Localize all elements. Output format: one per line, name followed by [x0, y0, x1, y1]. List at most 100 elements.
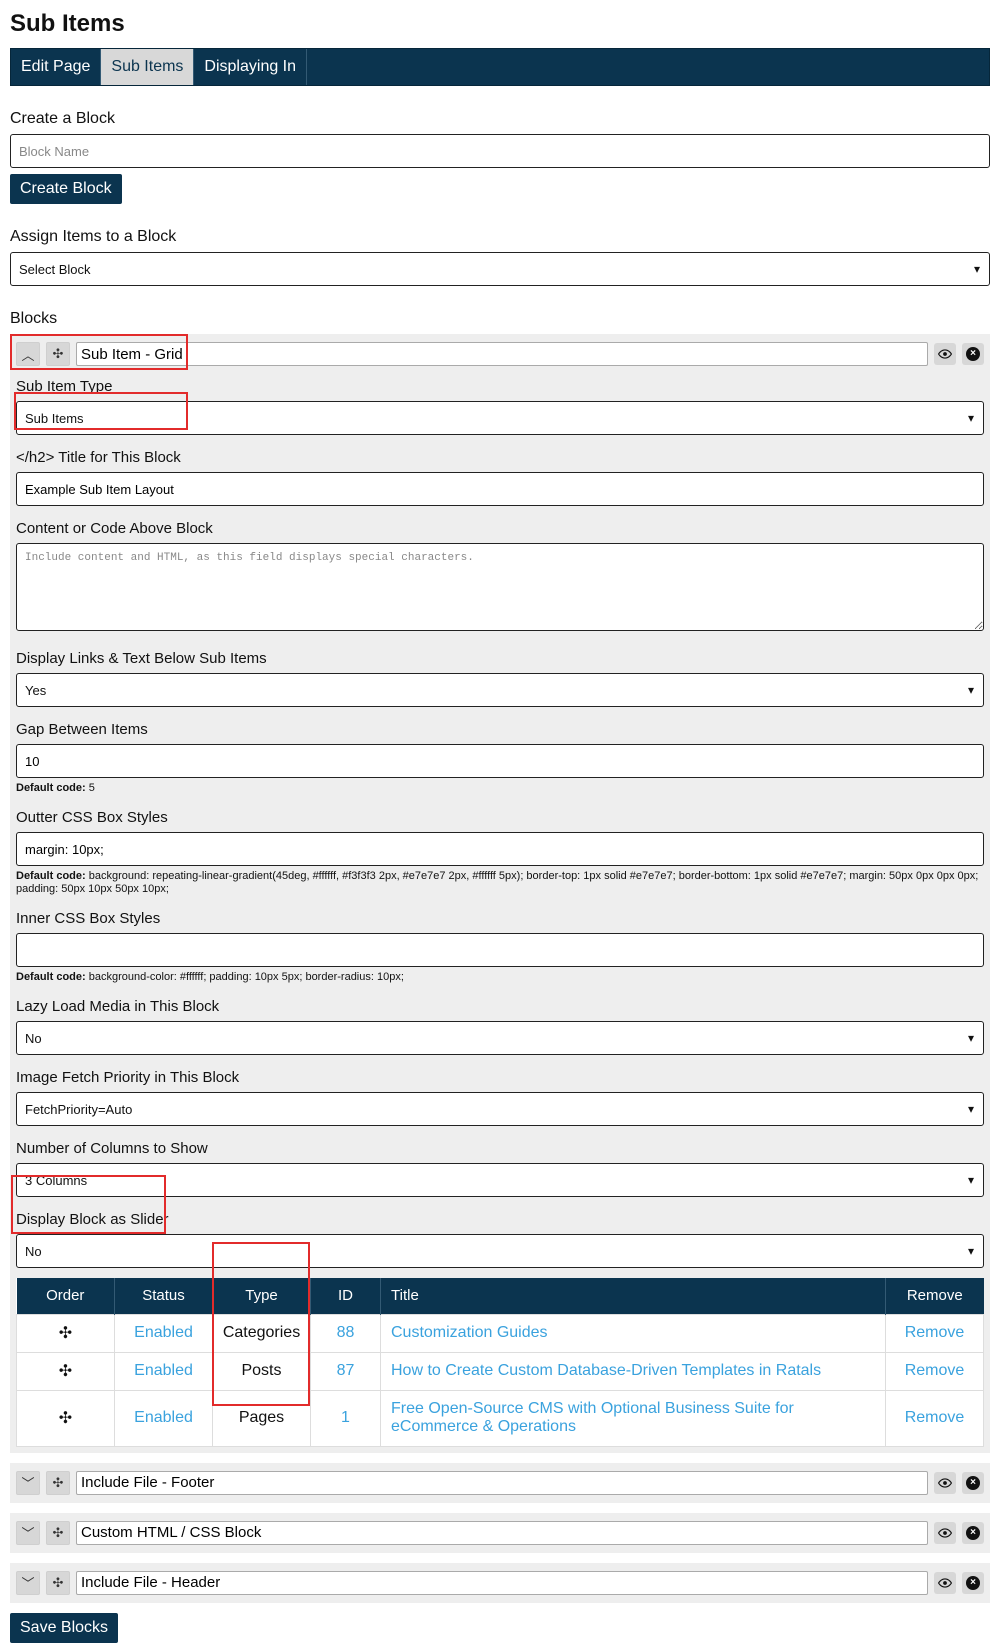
type-cell: Categories	[212, 1313, 311, 1353]
tab-sub-items[interactable]: Sub Items	[101, 49, 195, 85]
sub-items-table: Order Status Type ID Title Remove ✣ Enab…	[16, 1278, 984, 1447]
visibility-button[interactable]	[934, 1521, 956, 1544]
lazy-load-select-wrapper: No ▾	[16, 1021, 984, 1055]
save-blocks-button[interactable]: Save Blocks	[10, 1612, 119, 1643]
content-above-label: Content or Code Above Block	[16, 520, 213, 537]
outer-css-hint-text: background: repeating-linear-gradient(45…	[16, 870, 979, 895]
blocks-label: Blocks	[10, 310, 58, 327]
tab-displaying-in[interactable]: Displaying In	[194, 49, 308, 85]
content-above-textarea[interactable]	[16, 543, 984, 631]
table-row: ✣ Enabled Posts 87 How to Create Custom …	[16, 1351, 984, 1391]
columns-value: 3 Columns	[25, 1172, 88, 1188]
remove-link[interactable]: Remove	[905, 1409, 965, 1426]
fetch-priority-value: FetchPriority=Auto	[25, 1101, 133, 1117]
outer-css-label: Outter CSS Box Styles	[16, 809, 168, 826]
slider-label: Display Block as Slider	[16, 1211, 169, 1228]
id-cell: 87	[310, 1351, 381, 1391]
title-link[interactable]: How to Create Custom Database-Driven Tem…	[391, 1362, 821, 1379]
display-links-select[interactable]: Yes	[16, 673, 984, 707]
gap-input[interactable]	[16, 744, 984, 778]
order-cell[interactable]: ✣	[16, 1389, 115, 1447]
lazy-load-select[interactable]: No	[16, 1021, 984, 1055]
delete-block-button[interactable]: ×	[962, 1571, 984, 1594]
chevron-down-icon: ﹀	[21, 1526, 35, 1541]
col-id: ID	[310, 1278, 381, 1314]
sub-item-type-value: Sub Items	[25, 410, 84, 426]
block-header: ﹀ ✣ ×	[16, 1519, 984, 1547]
block-name-field[interactable]	[76, 1520, 928, 1545]
delete-block-button[interactable]: ×	[962, 343, 984, 365]
fetch-priority-select[interactable]: FetchPriority=Auto	[16, 1092, 984, 1126]
gap-hint-bold: Default code:	[16, 782, 86, 794]
outer-css-input[interactable]	[16, 832, 984, 866]
field-display-links: Display Links & Text Below Sub Items Yes…	[16, 650, 984, 707]
col-order: Order	[16, 1278, 115, 1314]
sub-item-type-select[interactable]: Sub Items	[16, 401, 984, 435]
chevron-down-icon: ﹀	[21, 1476, 35, 1491]
columns-select-wrapper: 3 Columns ▾	[16, 1163, 984, 1197]
order-cell[interactable]: ✣	[16, 1313, 115, 1353]
move-icon: ✣	[52, 346, 64, 361]
remove-link[interactable]: Remove	[905, 1324, 965, 1341]
field-lazy-load: Lazy Load Media in This Block No ▾	[16, 998, 984, 1055]
order-cell[interactable]: ✣	[16, 1351, 115, 1391]
close-icon: ×	[966, 1475, 980, 1490]
id-link[interactable]: 87	[337, 1362, 355, 1379]
lazy-load-label: Lazy Load Media in This Block	[16, 998, 220, 1015]
expand-button[interactable]: ﹀	[16, 1470, 40, 1495]
expand-button[interactable]: ﹀	[16, 1570, 40, 1595]
delete-block-button[interactable]: ×	[962, 1471, 984, 1494]
fetch-priority-select-wrapper: FetchPriority=Auto ▾	[16, 1092, 984, 1126]
move-icon: ✣	[58, 1410, 73, 1427]
slider-select[interactable]: No	[16, 1234, 984, 1268]
visibility-button[interactable]	[934, 343, 956, 365]
inner-css-input[interactable]	[16, 933, 984, 967]
title-link[interactable]: Free Open-Source CMS with Optional Busin…	[391, 1400, 794, 1435]
block-header: ﹀ ✣ ×	[16, 1469, 984, 1497]
drag-handle[interactable]: ✣	[46, 342, 70, 366]
page: Sub Items Edit Page Sub Items Displaying…	[0, 0, 1000, 1643]
create-block-button[interactable]: Create Block	[10, 174, 122, 204]
move-icon: ✣	[58, 1363, 73, 1380]
id-link[interactable]: 88	[337, 1324, 355, 1341]
close-icon: ×	[966, 1575, 980, 1590]
display-links-value: Yes	[25, 682, 47, 698]
title-for-block-input[interactable]	[16, 472, 984, 506]
block-header: ︿ ✣ ×	[16, 340, 984, 368]
status-cell: Enabled	[114, 1351, 213, 1391]
table-header-row: Order Status Type ID Title Remove	[16, 1278, 984, 1314]
remove-link[interactable]: Remove	[905, 1362, 965, 1379]
field-gap: Gap Between Items Default code: 5	[16, 721, 984, 795]
drag-handle[interactable]: ✣	[46, 1470, 70, 1495]
status-link[interactable]: Enabled	[134, 1409, 193, 1426]
status-link[interactable]: Enabled	[134, 1362, 193, 1379]
drag-handle[interactable]: ✣	[46, 1520, 70, 1545]
block-header: ﹀ ✣ ×	[16, 1569, 984, 1597]
assign-block-select[interactable]: Select Block	[10, 252, 990, 286]
title-link[interactable]: Customization Guides	[391, 1324, 548, 1341]
visibility-button[interactable]	[934, 1571, 956, 1594]
block-name-field[interactable]	[76, 342, 928, 366]
create-block-label: Create a Block	[10, 110, 115, 127]
lazy-load-value: No	[25, 1030, 42, 1046]
close-icon: ×	[966, 1525, 980, 1540]
expand-button[interactable]: ﹀	[16, 1520, 40, 1545]
collapse-button[interactable]: ︿	[16, 342, 40, 366]
col-type: Type	[212, 1278, 311, 1314]
tab-edit-page[interactable]: Edit Page	[11, 49, 102, 85]
id-link[interactable]: 1	[341, 1409, 350, 1426]
chevron-down-icon: ﹀	[21, 1576, 35, 1591]
block-name-field[interactable]	[76, 1470, 928, 1495]
block-custom-html: ﹀ ✣ ×	[10, 1512, 990, 1553]
drag-handle[interactable]: ✣	[46, 1570, 70, 1595]
status-cell: Enabled	[114, 1389, 213, 1447]
field-content-above: Content or Code Above Block	[16, 520, 984, 636]
delete-block-button[interactable]: ×	[962, 1521, 984, 1544]
block-name-input[interactable]	[10, 134, 990, 168]
sub-item-type-select-wrapper: Sub Items ▾	[16, 401, 984, 435]
block-name-field[interactable]	[76, 1570, 928, 1595]
status-link[interactable]: Enabled	[134, 1324, 193, 1341]
columns-select[interactable]: 3 Columns	[16, 1163, 984, 1197]
remove-cell: Remove	[885, 1313, 984, 1353]
visibility-button[interactable]	[934, 1471, 956, 1494]
